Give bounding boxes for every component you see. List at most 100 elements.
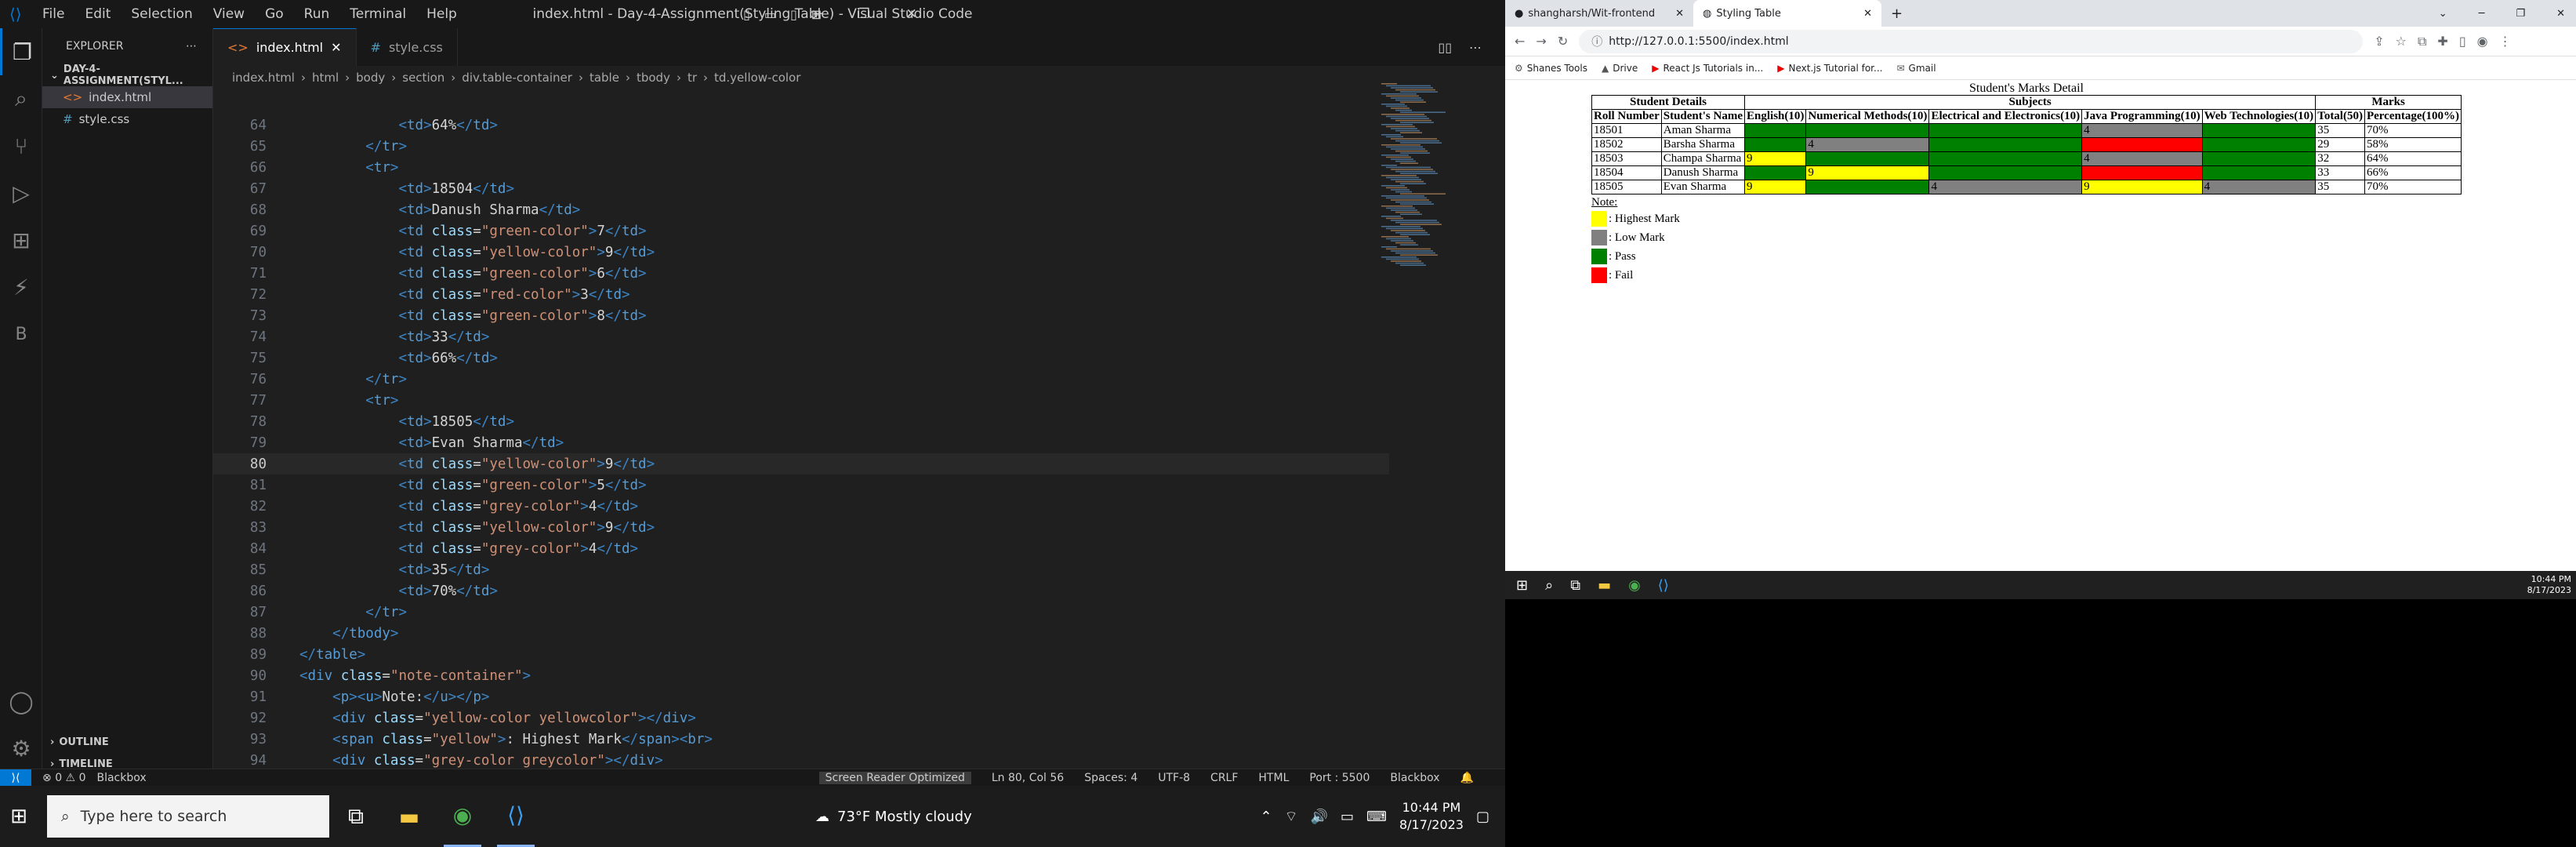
minimize-icon[interactable]: ─	[2479, 8, 2485, 20]
code-line[interactable]: 64 <td>64%</td>	[213, 115, 1389, 136]
breadcrumb-item[interactable]: html	[312, 71, 339, 85]
code-line[interactable]: 69 <td class="green-color">7</td>	[213, 220, 1389, 242]
file-style-css[interactable]: # style.css	[42, 108, 212, 130]
puzzle-icon[interactable]: ✚	[2437, 34, 2447, 49]
tab-index-html[interactable]: <> index.html ✕	[213, 28, 357, 66]
menu-view[interactable]: View	[213, 6, 245, 22]
cursor-position[interactable]: Ln 80, Col 56	[992, 772, 1064, 784]
chrome-tab-styling-table[interactable]: ◍ Styling Table ✕	[1693, 0, 1881, 27]
battery-icon[interactable]: ▭	[1341, 809, 1354, 825]
chrome-icon[interactable]: ◉	[1628, 577, 1641, 594]
encoding-status[interactable]: UTF-8	[1158, 772, 1190, 784]
close-tab-icon[interactable]: ✕	[331, 40, 341, 55]
breadcrumb-item[interactable]: index.html	[232, 71, 295, 85]
more-actions-icon[interactable]: ⋯	[1469, 40, 1482, 55]
source-control-icon[interactable]: ⑂	[0, 122, 42, 169]
code-line[interactable]: 87 </tr>	[213, 602, 1389, 623]
notification-icon[interactable]: ▢	[1476, 809, 1489, 825]
code-line[interactable]: 78 <td>18505</td>	[213, 411, 1389, 432]
bookmark-star-icon[interactable]: ☆	[2396, 34, 2407, 49]
breadcrumb-item[interactable]: td.yellow-color	[714, 71, 800, 85]
menu-go[interactable]: Go	[265, 6, 284, 22]
start-icon[interactable]: ⊞	[0, 786, 38, 847]
screen-reader-status[interactable]: Screen Reader Optimized	[818, 772, 971, 784]
remote-indicator-icon[interactable]: ⟩⟨	[0, 769, 31, 787]
code-line[interactable]: 75 <td>66%</td>	[213, 347, 1389, 369]
extensions-icon[interactable]: ⊞	[0, 216, 42, 264]
outline-section[interactable]: › OUTLINE	[42, 731, 213, 753]
code-line[interactable]: 85 <td>35</td>	[213, 559, 1389, 580]
explorer-icon[interactable]: ❐	[0, 28, 42, 75]
breadcrumb-item[interactable]: section	[402, 71, 444, 85]
code-line[interactable]: 92 <div class="yellow-color yellowcolor"…	[213, 707, 1389, 729]
menu-help[interactable]: Help	[426, 6, 457, 22]
code-line[interactable]: 71 <td class="green-color">6</td>	[213, 263, 1389, 284]
code-line[interactable]: 72 <td class="red-color">3</td>	[213, 284, 1389, 305]
settings-gear-icon[interactable]: ⚙	[0, 725, 42, 772]
task-view-icon[interactable]: ⧉	[1570, 577, 1580, 594]
chrome-icon[interactable]: ◉	[444, 786, 481, 847]
code-line[interactable]: 86 <td>70%</td>	[213, 580, 1389, 602]
tab-search-icon[interactable]: ⌄	[2439, 8, 2447, 20]
toggle-secondary-sidebar-icon[interactable]: ▯	[790, 7, 797, 22]
breadcrumb-item[interactable]: body	[356, 71, 385, 85]
code-line[interactable]: 73 <td class="green-color">8</td>	[213, 305, 1389, 326]
chevron-up-icon[interactable]: ⌃	[1261, 809, 1272, 825]
more-actions-icon[interactable]: ⋯	[186, 40, 197, 53]
sidepanel-icon[interactable]: ▯	[2459, 34, 2466, 49]
clock[interactable]: 10:44 PM 8/17/2023	[1399, 799, 1464, 834]
close-tab-icon[interactable]: ✕	[1863, 8, 1872, 20]
language-mode[interactable]: HTML	[1258, 772, 1289, 784]
remote-icon[interactable]: ⚡	[0, 264, 42, 311]
indentation-status[interactable]: Spaces: 4	[1084, 772, 1137, 784]
breadcrumb-item[interactable]: div.table-container	[462, 71, 572, 85]
reload-icon[interactable]: ↻	[1558, 34, 1568, 49]
new-tab-icon[interactable]: +	[1881, 5, 1903, 22]
blackbox-status-left[interactable]: Blackbox	[96, 772, 146, 784]
bookmark-item[interactable]: ▶ Next.js Tutorial for...	[1777, 63, 1882, 74]
toggle-sidebar-icon[interactable]: ▯	[743, 7, 750, 22]
problems-indicator[interactable]: ⊗ 0 ⚠ 0	[42, 772, 85, 784]
bookmark-item[interactable]: ▲ Drive	[1602, 63, 1638, 74]
menu-terminal[interactable]: Terminal	[350, 6, 406, 22]
back-icon[interactable]: ←	[1515, 34, 1525, 49]
bell-icon[interactable]: 🔔	[1460, 772, 1474, 784]
blackbox-status-right[interactable]: Blackbox	[1390, 772, 1439, 784]
toggle-panel-icon[interactable]: ▭	[764, 7, 776, 22]
close-icon[interactable]: ✕	[906, 6, 917, 22]
code-line[interactable]: 65 </tr>	[213, 136, 1389, 157]
start-icon[interactable]: ⊞	[1516, 577, 1528, 594]
code-editor[interactable]: 64 <td>64%</td> 65 </tr> 66 <tr> 67 <td>185…	[213, 115, 1389, 792]
breadcrumb-item[interactable]: tbody	[637, 71, 670, 85]
code-line[interactable]: 68 <td>Danush Sharma</td>	[213, 199, 1389, 220]
extension-icon[interactable]: ⧉	[2418, 34, 2426, 49]
address-bar[interactable]: ⓘ http://127.0.0.1:5500/index.html	[1579, 29, 2364, 53]
run-debug-icon[interactable]: ▷	[0, 169, 42, 216]
weather-widget[interactable]: ☁ 73°F Mostly cloudy	[815, 786, 972, 847]
restore-icon[interactable]: ❐	[2516, 8, 2525, 20]
folder-root[interactable]: ⌄ DAY-4-ASSIGNMENT(STYL...	[42, 64, 212, 87]
file-index-html[interactable]: <> index.html	[42, 86, 212, 108]
code-line[interactable]: 83 <td class="yellow-color">9</td>	[213, 517, 1389, 538]
code-line[interactable]: 70 <td class="yellow-color">9</td>	[213, 242, 1389, 263]
restore-icon[interactable]: ❐	[858, 6, 869, 22]
close-tab-icon[interactable]: ✕	[1675, 8, 1684, 20]
search-icon[interactable]: ⌕	[1545, 577, 1553, 594]
secondary-clock[interactable]: 10:44 PM 8/17/2023	[2527, 574, 2571, 596]
bookmark-item[interactable]: ⚙ Shanes Tools	[1515, 63, 1587, 74]
menu-run[interactable]: Run	[304, 6, 330, 22]
code-line[interactable]: 77 <tr>	[213, 390, 1389, 411]
code-line[interactable]: 79 <td>Evan Sharma</td>	[213, 432, 1389, 453]
blackbox-icon[interactable]: B	[0, 311, 42, 358]
minimize-icon[interactable]: ─	[814, 6, 822, 22]
language-icon[interactable]: ⌨	[1366, 809, 1387, 825]
share-icon[interactable]: ⇪	[2374, 34, 2384, 49]
chrome-menu-icon[interactable]: ⋮	[2499, 34, 2512, 49]
account-icon[interactable]: ◯	[0, 678, 42, 725]
menu-selection[interactable]: Selection	[131, 6, 192, 22]
code-line[interactable]: 93 <span class="yellow">: Highest Mark</…	[213, 729, 1389, 750]
code-line[interactable]: 94 <div class="grey-color greycolor"></d…	[213, 750, 1389, 771]
taskbar-search-box[interactable]: ⌕ Type here to search	[47, 795, 329, 838]
code-line[interactable]: 91 <p><u>Note:</u></p>	[213, 686, 1389, 707]
breadcrumb-item[interactable]: table	[590, 71, 619, 85]
